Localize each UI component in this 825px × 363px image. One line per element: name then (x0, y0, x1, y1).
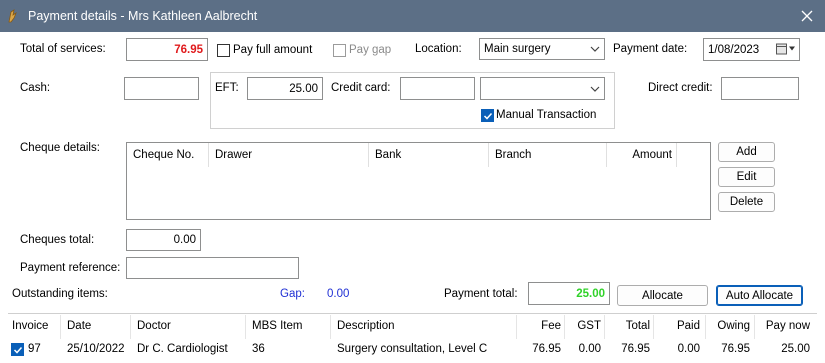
col-fee[interactable]: Fee (516, 320, 561, 332)
cash-label: Cash: (20, 82, 51, 94)
credit-card-input[interactable] (400, 77, 475, 100)
pay-full-amount-checkbox[interactable] (217, 44, 230, 57)
location-value: Main surgery (484, 43, 551, 55)
pay-gap-checkbox[interactable] (333, 44, 346, 57)
cheque-list[interactable]: Cheque No. Drawer Bank Branch Amount (126, 142, 711, 220)
cheque-col-cheque-no[interactable]: Cheque No. (127, 143, 209, 167)
gap-label: Gap: (280, 288, 305, 300)
total-of-services-value: 76.95 (174, 43, 203, 56)
payment-date-picker[interactable]: 1/08/2023 (703, 38, 800, 61)
cell-invoice: 97 (28, 343, 41, 355)
total-of-services-label: Total of services: (20, 43, 106, 55)
col-date[interactable]: Date (67, 320, 91, 332)
window-title: Payment details - Mrs Kathleen Aalbrecht (28, 9, 258, 23)
checkmark-icon (13, 346, 23, 354)
credit-card-label: Credit card: (331, 82, 391, 94)
cheque-col-bank[interactable]: Bank (369, 143, 489, 167)
col-total[interactable]: Total (604, 320, 650, 332)
eft-value: 25.00 (289, 82, 318, 95)
cell-total: 76.95 (621, 343, 650, 355)
card-type-dropdown[interactable] (480, 77, 605, 100)
direct-credit-input[interactable] (721, 77, 799, 100)
col-mbs-item[interactable]: MBS Item (252, 320, 302, 332)
app-icon (6, 8, 20, 24)
cell-date: 25/10/2022 (67, 343, 125, 355)
cheques-total-label: Cheques total: (20, 234, 95, 246)
gap-value: 0.00 (327, 288, 350, 300)
eft-input[interactable]: 25.00 (247, 77, 323, 100)
payment-total-label: Payment total: (444, 288, 518, 300)
col-doctor[interactable]: Doctor (137, 320, 171, 332)
payment-total-value: 25.00 (576, 287, 605, 300)
cheque-col-branch[interactable]: Branch (489, 143, 607, 167)
payment-reference-input[interactable] (126, 257, 299, 279)
cheque-details-label: Cheque details: (20, 142, 100, 154)
eft-label: EFT: (215, 82, 239, 94)
cell-fee: 76.95 (532, 343, 561, 355)
col-invoice[interactable]: Invoice (12, 320, 48, 332)
cheques-total-field: 0.00 (126, 229, 201, 251)
col-pay-now[interactable]: Pay now (754, 320, 810, 332)
col-paid[interactable]: Paid (653, 320, 700, 332)
pay-full-amount-label[interactable]: Pay full amount (233, 44, 312, 56)
chevron-down-icon (590, 43, 600, 55)
cell-pay-now[interactable]: 25.00 (754, 343, 810, 355)
cheque-col-drawer[interactable]: Drawer (209, 143, 369, 167)
col-owing[interactable]: Owing (705, 320, 750, 332)
calendar-icon[interactable] (776, 42, 796, 57)
cheque-col-amount[interactable]: Amount (607, 143, 677, 167)
allocate-button[interactable]: Allocate (617, 285, 708, 306)
cell-doctor: Dr C. Cardiologist (137, 343, 228, 355)
cell-gst: 0.00 (578, 343, 601, 355)
cell-owing: 76.95 (721, 343, 750, 355)
total-of-services-field: 76.95 (126, 38, 208, 61)
payment-total-field: 25.00 (528, 282, 610, 305)
outstanding-items-table[interactable]: Invoice Date Doctor MBS Item Description… (8, 313, 817, 363)
manual-transaction-checkbox[interactable] (481, 109, 494, 122)
manual-transaction-label[interactable]: Manual Transaction (496, 109, 596, 121)
cheques-total-value: 0.00 (173, 234, 196, 246)
payment-reference-label: Payment reference: (20, 262, 121, 274)
outstanding-items-label: Outstanding items: (12, 288, 108, 300)
payment-date-value: 1/08/2023 (708, 43, 760, 56)
edit-cheque-button[interactable]: Edit (718, 167, 775, 187)
title-bar: Payment details - Mrs Kathleen Aalbrecht (0, 0, 825, 32)
auto-allocate-button[interactable]: Auto Allocate (716, 285, 803, 306)
location-dropdown[interactable]: Main surgery (479, 38, 605, 60)
cash-input[interactable] (124, 77, 199, 100)
chevron-down-icon (590, 83, 600, 95)
row-select-checkbox[interactable] (11, 343, 24, 356)
direct-credit-label: Direct credit: (648, 82, 713, 94)
col-description[interactable]: Description (337, 320, 395, 332)
cell-description: Surgery consultation, Level C (337, 343, 488, 355)
col-gst[interactable]: GST (564, 320, 601, 332)
cell-mbs-item: 36 (252, 343, 265, 355)
delete-cheque-button[interactable]: Delete (718, 192, 775, 212)
table-row[interactable]: 97 25/10/2022 Dr C. Cardiologist 36 Surg… (8, 340, 817, 360)
close-icon[interactable] (789, 0, 825, 32)
add-cheque-button[interactable]: Add (718, 142, 775, 162)
payment-date-label: Payment date: (613, 43, 688, 55)
cell-paid: 0.00 (677, 343, 700, 355)
pay-gap-label[interactable]: Pay gap (349, 44, 391, 56)
location-label: Location: (415, 43, 462, 55)
checkmark-icon (483, 112, 493, 120)
